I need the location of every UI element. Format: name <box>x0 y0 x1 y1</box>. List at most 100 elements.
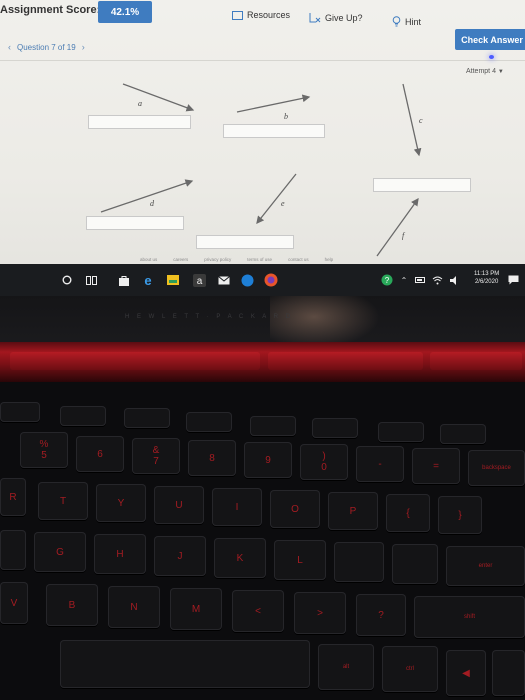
footer-link[interactable]: privacy policy <box>204 257 231 262</box>
store-icon[interactable] <box>117 273 131 287</box>
space-bar[interactable] <box>60 640 310 688</box>
edge-browser-icon[interactable]: e <box>141 273 155 288</box>
key-o[interactable]: O <box>270 490 320 528</box>
footer-link[interactable]: help <box>325 257 334 262</box>
laptop-screen: Assignment Score: 42.1% Resources Give U… <box>0 0 525 290</box>
key-slash[interactable]: ? <box>356 594 406 636</box>
key-equals[interactable]: = <box>412 448 460 484</box>
vector-b-label: b <box>284 112 288 121</box>
alt-key[interactable]: alt <box>318 644 374 690</box>
key-comma[interactable]: < <box>232 590 284 632</box>
system-clock[interactable]: 11:13 PM 2/6/2020 <box>474 270 499 286</box>
key-5[interactable]: % 5 <box>20 432 68 468</box>
key-label: H <box>116 548 124 560</box>
key-label: 8 <box>209 452 215 464</box>
key-i[interactable]: I <box>212 488 262 526</box>
key-label: I <box>235 501 239 513</box>
key-period[interactable]: > <box>294 592 346 634</box>
footer-link[interactable]: about us <box>140 257 157 262</box>
key-k[interactable]: K <box>214 538 266 578</box>
key-m[interactable]: M <box>170 588 222 630</box>
vector-e-arrow <box>256 173 297 225</box>
key-p[interactable]: P <box>328 492 378 530</box>
function-key[interactable] <box>60 406 106 426</box>
vector-b-arrow <box>236 94 311 113</box>
wifi-icon[interactable] <box>430 273 444 287</box>
key-top-label: & <box>152 445 160 456</box>
key-6[interactable]: 6 <box>76 436 124 472</box>
hinge-strip <box>10 352 260 370</box>
key-f-partial[interactable] <box>0 530 26 570</box>
key-8[interactable]: 8 <box>188 440 236 476</box>
clock-time: 11:13 PM <box>474 271 500 277</box>
vector-d-answer-field[interactable] <box>86 216 184 230</box>
function-key[interactable] <box>0 402 40 422</box>
key-u[interactable]: U <box>154 486 204 524</box>
footer-link[interactable]: terms of use <box>247 257 272 262</box>
key-r[interactable]: R <box>0 478 26 516</box>
ctrl-key[interactable]: ctrl <box>382 646 438 692</box>
key-label: shift <box>463 614 475 620</box>
key-semicolon[interactable] <box>334 542 384 582</box>
shift-key[interactable]: shift <box>414 596 525 638</box>
chevron-up-icon[interactable]: ⌃ <box>397 273 411 287</box>
key-label: enter <box>478 563 493 569</box>
vector-a-answer-field[interactable] <box>88 115 191 129</box>
key-left-brace[interactable]: { <box>386 494 430 532</box>
mail-icon[interactable] <box>217 273 231 287</box>
svg-text:a: a <box>196 276 202 287</box>
photos-icon[interactable] <box>166 273 180 287</box>
key-label: Y <box>117 497 125 509</box>
function-key[interactable] <box>312 418 358 438</box>
key-j[interactable]: J <box>154 536 206 576</box>
key-7[interactable]: & 7 <box>132 438 180 474</box>
function-key[interactable] <box>186 412 232 432</box>
key-label: M <box>191 603 201 615</box>
key-0[interactable]: ) 0 <box>300 444 348 480</box>
key-label: N <box>130 601 138 613</box>
notification-icon[interactable] <box>506 273 520 287</box>
footer-link[interactable]: contact us <box>288 257 309 262</box>
key-label: O <box>291 503 299 515</box>
key-label: 9 <box>265 454 271 466</box>
arrow-left-key[interactable]: ◀ <box>446 650 486 696</box>
svg-text:?: ? <box>385 276 390 285</box>
amazon-icon[interactable]: a <box>192 273 206 287</box>
help-icon[interactable]: ? <box>380 273 394 287</box>
key-v[interactable]: V <box>0 582 28 624</box>
key-label: ? <box>378 609 384 621</box>
task-view-icon[interactable] <box>84 273 98 287</box>
key-quote[interactable] <box>392 544 438 584</box>
key-y[interactable]: Y <box>96 484 146 522</box>
function-key[interactable] <box>124 408 170 428</box>
vector-c-answer-field[interactable] <box>373 178 471 192</box>
firefox-icon[interactable] <box>264 273 278 287</box>
battery-icon[interactable] <box>413 273 427 287</box>
footer-link[interactable]: careers <box>173 257 188 262</box>
function-key[interactable] <box>378 422 424 442</box>
enter-key[interactable]: enter <box>446 546 525 586</box>
key-l[interactable]: L <box>274 540 326 580</box>
key-minus[interactable]: - <box>356 446 404 482</box>
blue-app-icon[interactable] <box>240 273 254 287</box>
key-t[interactable]: T <box>38 482 88 520</box>
vector-b-answer-field[interactable] <box>223 124 325 138</box>
key-label: - <box>378 458 382 470</box>
function-key[interactable] <box>440 424 486 444</box>
key-right-brace[interactable]: } <box>438 496 482 534</box>
key-h[interactable]: H <box>94 534 146 574</box>
volume-icon[interactable] <box>448 273 462 287</box>
key-label: = <box>433 460 439 472</box>
key-g[interactable]: G <box>34 532 86 572</box>
cortana-search-icon[interactable] <box>60 273 74 287</box>
key-label: { <box>406 507 410 519</box>
vector-f-label: f <box>402 231 405 240</box>
vector-e-answer-field[interactable] <box>196 235 294 249</box>
key-b[interactable]: B <box>46 584 98 626</box>
function-key[interactable] <box>250 416 296 436</box>
key-9[interactable]: 9 <box>244 442 292 478</box>
key-n[interactable]: N <box>108 586 160 628</box>
backspace-key[interactable]: backspace <box>468 450 525 486</box>
vector-e-label: e <box>281 199 285 208</box>
arrow-key[interactable] <box>492 650 525 696</box>
